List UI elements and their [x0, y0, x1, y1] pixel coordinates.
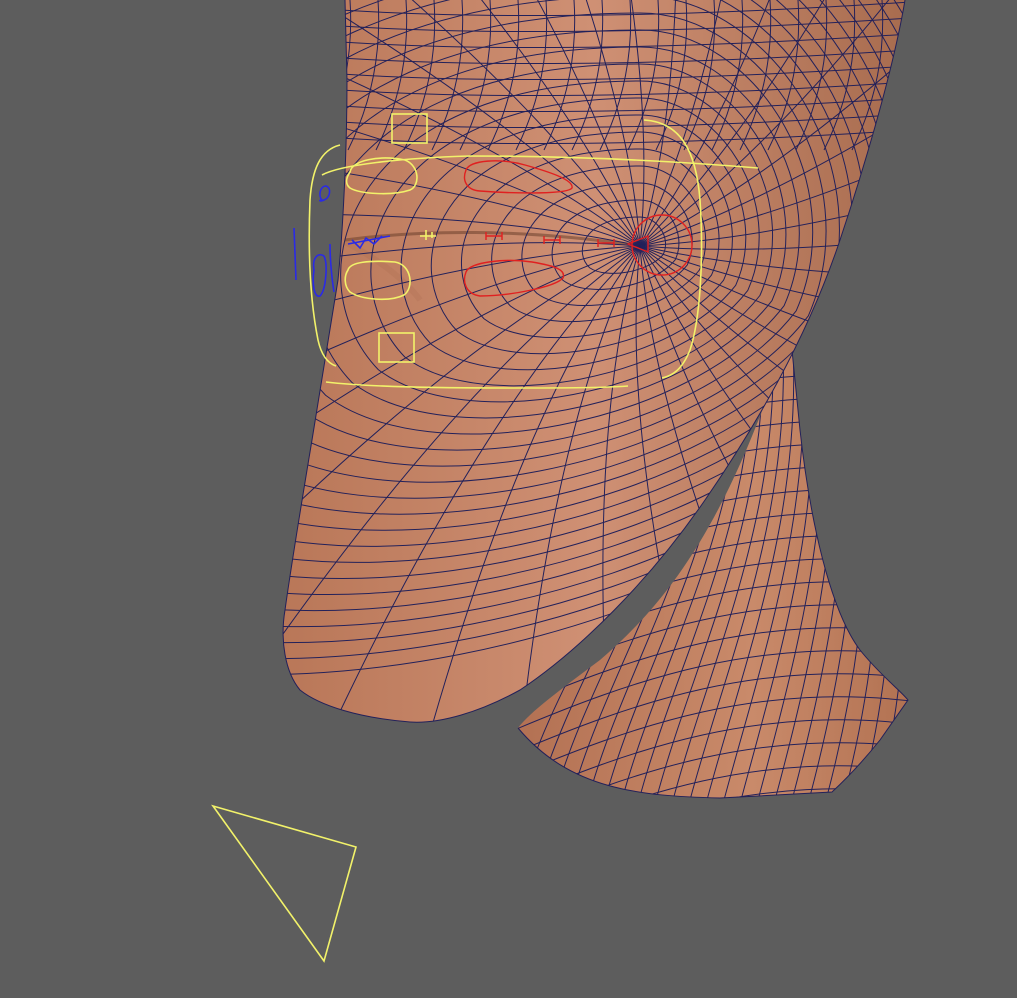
camera-look-at-triangle[interactable] — [211, 804, 357, 963]
maya-viewport[interactable] — [0, 0, 1017, 998]
scene-canvas[interactable] — [0, 0, 1017, 998]
face-mesh[interactable] — [0, 0, 1017, 998]
